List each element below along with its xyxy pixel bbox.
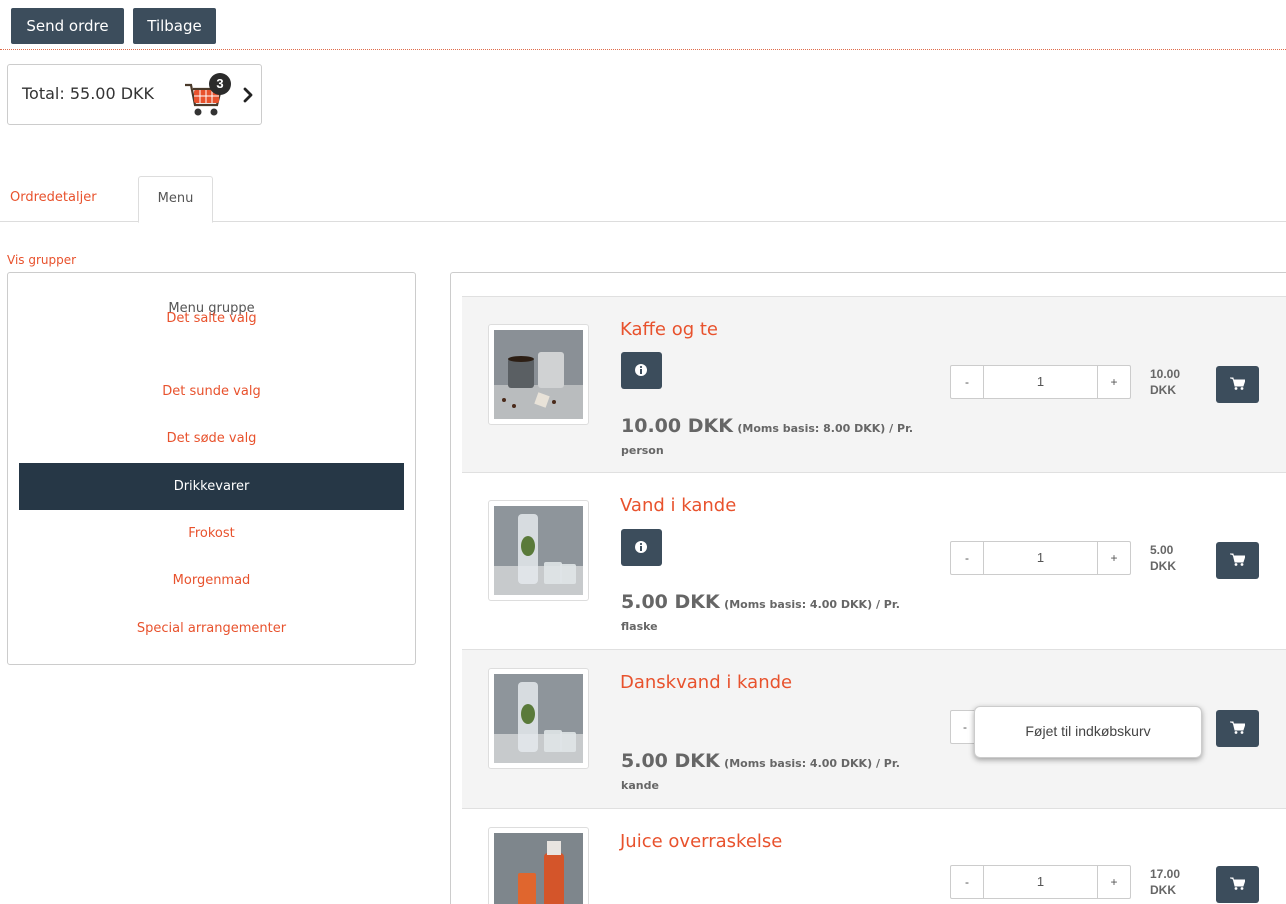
product-list-panel: Kaffe og te 10.00 DKK (Moms basis: 8.00 …	[450, 272, 1286, 904]
group-item-breakfast[interactable]: Morgenmad	[19, 557, 404, 604]
qty-decrease-button[interactable]: -	[951, 366, 984, 398]
line-total-amount: 10.00	[1150, 367, 1181, 381]
add-to-cart-button[interactable]	[1216, 710, 1259, 747]
qty-increase-button[interactable]: +	[1097, 366, 1130, 398]
back-button[interactable]: Tilbage	[133, 8, 216, 44]
info-icon	[635, 541, 647, 553]
cart-total-label: Total: 55.00 DKK	[22, 84, 155, 103]
line-total-currency: DKK	[1150, 559, 1176, 573]
send-order-button[interactable]: Send ordre	[11, 8, 124, 44]
quantity-stepper: - 1 +	[950, 541, 1131, 575]
qty-decrease-button[interactable]: -	[951, 542, 984, 574]
added-to-cart-toast: Føjet til indkøbskurv	[974, 706, 1202, 758]
tab-order-details[interactable]: Ordredetaljer	[0, 176, 107, 222]
product-price: 5.00 DKK	[621, 591, 720, 613]
cart-icon	[1230, 721, 1245, 734]
tab-menu[interactable]: Menu	[138, 176, 213, 223]
product-name[interactable]: Danskvand i kande	[620, 672, 792, 693]
qty-input[interactable]: 1	[985, 866, 1096, 898]
add-to-cart-button[interactable]	[1216, 866, 1259, 903]
group-item-drinks[interactable]: Drikkevarer	[19, 463, 404, 510]
product-info-button[interactable]	[621, 529, 662, 566]
product-unit: kande	[621, 779, 659, 792]
line-total: 5.00 DKK	[1150, 542, 1190, 574]
qty-input[interactable]: 1	[985, 542, 1096, 574]
product-vat-basis: (Moms basis: 4.00 DKK) / Pr.	[724, 757, 900, 770]
cart-summary[interactable]: Total: 55.00 DKK 3	[7, 64, 262, 125]
add-to-cart-button[interactable]	[1216, 366, 1259, 403]
product-vat-basis: (Moms basis: 4.00 DKK) / Pr.	[724, 598, 900, 611]
product-name[interactable]: Vand i kande	[620, 495, 736, 516]
cart-icon	[1230, 553, 1245, 566]
qty-input[interactable]: 1	[985, 366, 1096, 398]
product-photo-water	[494, 506, 583, 595]
product-row: Kaffe og te 10.00 DKK (Moms basis: 8.00 …	[462, 296, 1286, 472]
line-total-currency: DKK	[1150, 883, 1176, 897]
product-photo-juice	[494, 833, 583, 904]
cart-icon	[1230, 877, 1245, 890]
quantity-stepper: - 1 +	[950, 365, 1131, 399]
product-vat-basis: (Moms basis: 8.00 DKK) / Pr.	[737, 422, 914, 435]
product-row: Juice overraskelse - 1 + 17.00 DKK	[462, 808, 1286, 904]
product-price: 10.00 DKK	[621, 415, 733, 437]
product-info-button[interactable]	[621, 352, 662, 389]
line-total: 10.00 DKK	[1150, 366, 1190, 398]
line-total-amount: 17.00	[1150, 867, 1181, 881]
product-name[interactable]: Kaffe og te	[620, 319, 718, 340]
product-unit: flaske	[621, 620, 658, 633]
product-price-line: 5.00 DKK (Moms basis: 4.00 DKK) / Pr. ka…	[621, 750, 951, 797]
product-row: Vand i kande 5.00 DKK (Moms basis: 4.00 …	[462, 472, 1286, 649]
tab-bar: Ordredetaljer Menu	[0, 176, 1286, 223]
product-image	[488, 324, 589, 425]
top-toolbar: Send ordre Tilbage	[0, 0, 1286, 50]
qty-increase-button[interactable]: +	[1097, 542, 1130, 574]
product-unit: person	[621, 444, 664, 457]
product-image	[488, 827, 589, 904]
cart-icon	[1230, 377, 1245, 390]
product-photo-coffee	[494, 330, 583, 419]
info-icon	[635, 364, 647, 376]
add-to-cart-button[interactable]	[1216, 542, 1259, 579]
qty-increase-button[interactable]: +	[1097, 866, 1130, 898]
line-total-currency: DKK	[1150, 383, 1176, 397]
group-item-salty[interactable]: Det salte valg	[19, 295, 404, 342]
line-total: 17.00 DKK	[1150, 866, 1190, 898]
line-total-amount: 5.00	[1150, 543, 1174, 557]
qty-decrease-button[interactable]: -	[951, 866, 984, 898]
group-item-healthy[interactable]: Det sunde valg	[19, 368, 404, 415]
menu-group-panel: Menu gruppe Det salte valg Det sunde val…	[7, 272, 416, 665]
product-price: 5.00 DKK	[621, 750, 720, 772]
group-item-special-events[interactable]: Special arrangementer	[19, 605, 404, 652]
product-price-line: 10.00 DKK (Moms basis: 8.00 DKK) / Pr. p…	[621, 415, 951, 462]
group-item-sweet[interactable]: Det søde valg	[19, 415, 404, 462]
group-item-lunch[interactable]: Frokost	[19, 510, 404, 557]
quantity-stepper: - 1 +	[950, 865, 1131, 899]
product-image	[488, 500, 589, 601]
product-image	[488, 668, 589, 769]
product-price-line: 5.00 DKK (Moms basis: 4.00 DKK) / Pr. fl…	[621, 591, 951, 638]
cart-count-badge: 3	[209, 73, 231, 95]
product-name[interactable]: Juice overraskelse	[620, 831, 782, 852]
chevron-right-icon	[243, 87, 253, 103]
product-photo-sparkling-water	[494, 674, 583, 763]
show-groups-link[interactable]: Vis grupper	[7, 253, 76, 267]
